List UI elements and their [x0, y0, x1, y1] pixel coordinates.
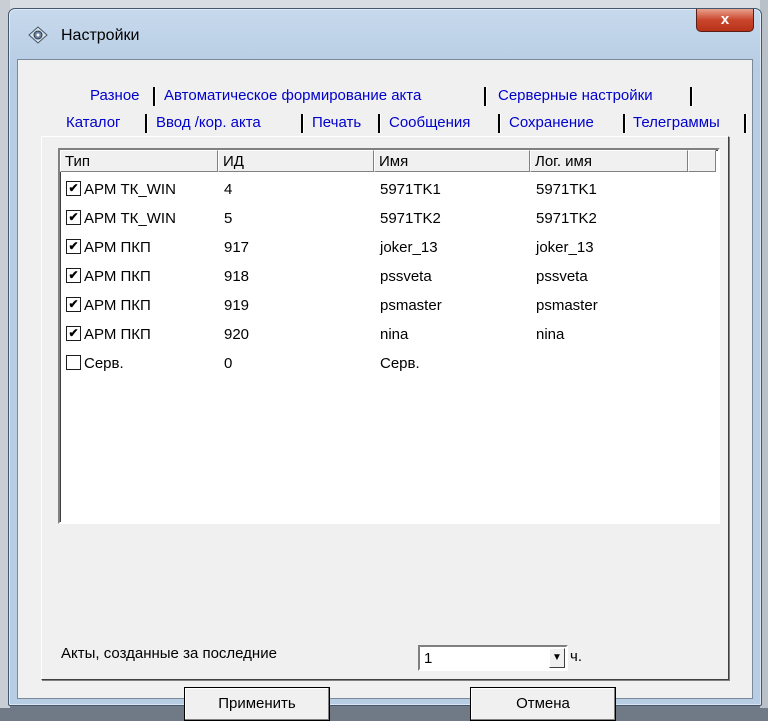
acts-period-value: 1 — [424, 650, 433, 667]
row-type-cell: АРМ ПКП — [84, 297, 151, 314]
row-type-cell: АРМ ПКП — [84, 239, 151, 256]
tab-server-settings[interactable]: Серверные настройки — [498, 86, 653, 106]
column-header-log-name[interactable]: Лог. имя — [530, 150, 688, 172]
row-name-cell: Серв. — [380, 355, 420, 372]
list-row[interactable]: ✔ АРМ ПКП 918 pssveta pssveta — [60, 263, 716, 291]
row-name-cell: nina — [380, 326, 409, 343]
row-name-cell: pssveta — [380, 268, 432, 285]
column-header-type[interactable]: Тип — [60, 150, 218, 172]
row-checkbox[interactable]: ✔ — [66, 326, 81, 341]
acts-period-combo[interactable]: 1 ▼ — [418, 645, 568, 671]
row-type-cell: Серв. — [84, 355, 124, 372]
row-id-cell: 917 — [224, 239, 250, 256]
tab-separator — [153, 87, 156, 106]
row-type-cell: АРМ ТК_WIN — [84, 181, 176, 198]
dialog-client-area: Разное Автоматическое формирование акта … — [17, 59, 753, 721]
row-log-name-cell: 5971TK1 — [536, 181, 597, 198]
tab-misc[interactable]: Разное — [90, 86, 140, 106]
tab-separator — [301, 114, 304, 133]
list-row[interactable]: Серв. 0 Серв. — [60, 350, 716, 378]
row-log-name-cell: joker_13 — [536, 239, 594, 256]
cancel-button[interactable]: Отмена — [470, 687, 616, 721]
row-log-name-cell: nina — [536, 326, 565, 343]
row-name-cell: 5971TK1 — [380, 181, 441, 198]
row-id-cell: 920 — [224, 326, 250, 343]
tab-separator — [690, 87, 693, 106]
title-bar[interactable]: Настройки x — [9, 9, 761, 59]
list-row[interactable]: ✔ АРМ ТК_WIN 5 5971TK2 5971TK2 — [60, 205, 716, 233]
row-checkbox[interactable]: ✔ — [66, 297, 81, 312]
row-type-cell: АРМ ПКП — [84, 268, 151, 285]
tab-telegrams[interactable]: Телеграммы — [633, 113, 720, 133]
row-id-cell: 918 — [224, 268, 250, 285]
window-title: Настройки — [61, 27, 140, 44]
tab-separator — [744, 114, 747, 133]
settings-app-icon — [28, 26, 48, 44]
tab-save[interactable]: Сохранение — [509, 113, 594, 133]
row-id-cell: 0 — [224, 355, 233, 372]
tab-separator — [145, 114, 148, 133]
column-header-empty — [688, 150, 716, 172]
list-row[interactable]: ✔ АРМ ПКП 917 joker_13 joker_13 — [60, 234, 716, 262]
row-name-cell: joker_13 — [380, 239, 438, 256]
row-id-cell: 4 — [224, 181, 233, 198]
list-row[interactable]: ✔ АРМ ПКП 920 nina nina — [60, 321, 716, 349]
settings-window: Настройки x Разное Автоматическое формир… — [8, 8, 762, 721]
row-type-cell: АРМ ПКП — [84, 326, 151, 343]
tab-catalog[interactable]: Каталог — [66, 113, 121, 133]
column-header-name[interactable]: Имя — [374, 150, 530, 172]
tab-separator — [378, 114, 381, 133]
apply-button[interactable]: Применить — [184, 687, 330, 721]
acts-period-unit: ч. — [570, 648, 582, 665]
row-log-name-cell: 5971TK2 — [536, 210, 597, 227]
tab-print[interactable]: Печать — [312, 113, 361, 133]
tab-auto-act[interactable]: Автоматическое формирование акта — [164, 86, 421, 106]
row-checkbox[interactable]: ✔ — [66, 239, 81, 254]
row-checkbox[interactable]: ✔ — [66, 268, 81, 283]
row-checkbox[interactable]: ✔ — [66, 181, 81, 196]
tab-separator — [484, 87, 487, 106]
row-log-name-cell: psmaster — [536, 297, 598, 314]
row-type-cell: АРМ ТК_WIN — [84, 210, 176, 227]
row-checkbox[interactable] — [66, 355, 81, 370]
row-name-cell: psmaster — [380, 297, 442, 314]
tab-messages[interactable]: Сообщения — [389, 113, 470, 133]
acts-period-label: Акты, созданные за последние — [61, 645, 277, 662]
row-name-cell: 5971TK2 — [380, 210, 441, 227]
tab-separator — [623, 114, 626, 133]
list-header: Тип ИД Имя Лог. имя — [60, 150, 716, 174]
catalog-list[interactable]: Тип ИД Имя Лог. имя ✔ АРМ ТК_WIN 4 5971TK1 5… — [58, 148, 720, 524]
row-log-name-cell: pssveta — [536, 268, 588, 285]
row-id-cell: 919 — [224, 297, 250, 314]
tab-input-act[interactable]: Ввод /кор. акта — [156, 113, 261, 133]
list-row[interactable]: ✔ АРМ ПКП 919 psmaster psmaster — [60, 292, 716, 320]
row-checkbox[interactable]: ✔ — [66, 210, 81, 225]
list-row[interactable]: ✔ АРМ ТК_WIN 4 5971TK1 5971TK1 — [60, 176, 716, 204]
chevron-down-icon[interactable]: ▼ — [549, 648, 565, 668]
column-header-id[interactable]: ИД — [218, 150, 374, 172]
row-id-cell: 5 — [224, 210, 233, 227]
close-button[interactable]: x — [696, 9, 754, 32]
tab-separator — [498, 114, 501, 133]
